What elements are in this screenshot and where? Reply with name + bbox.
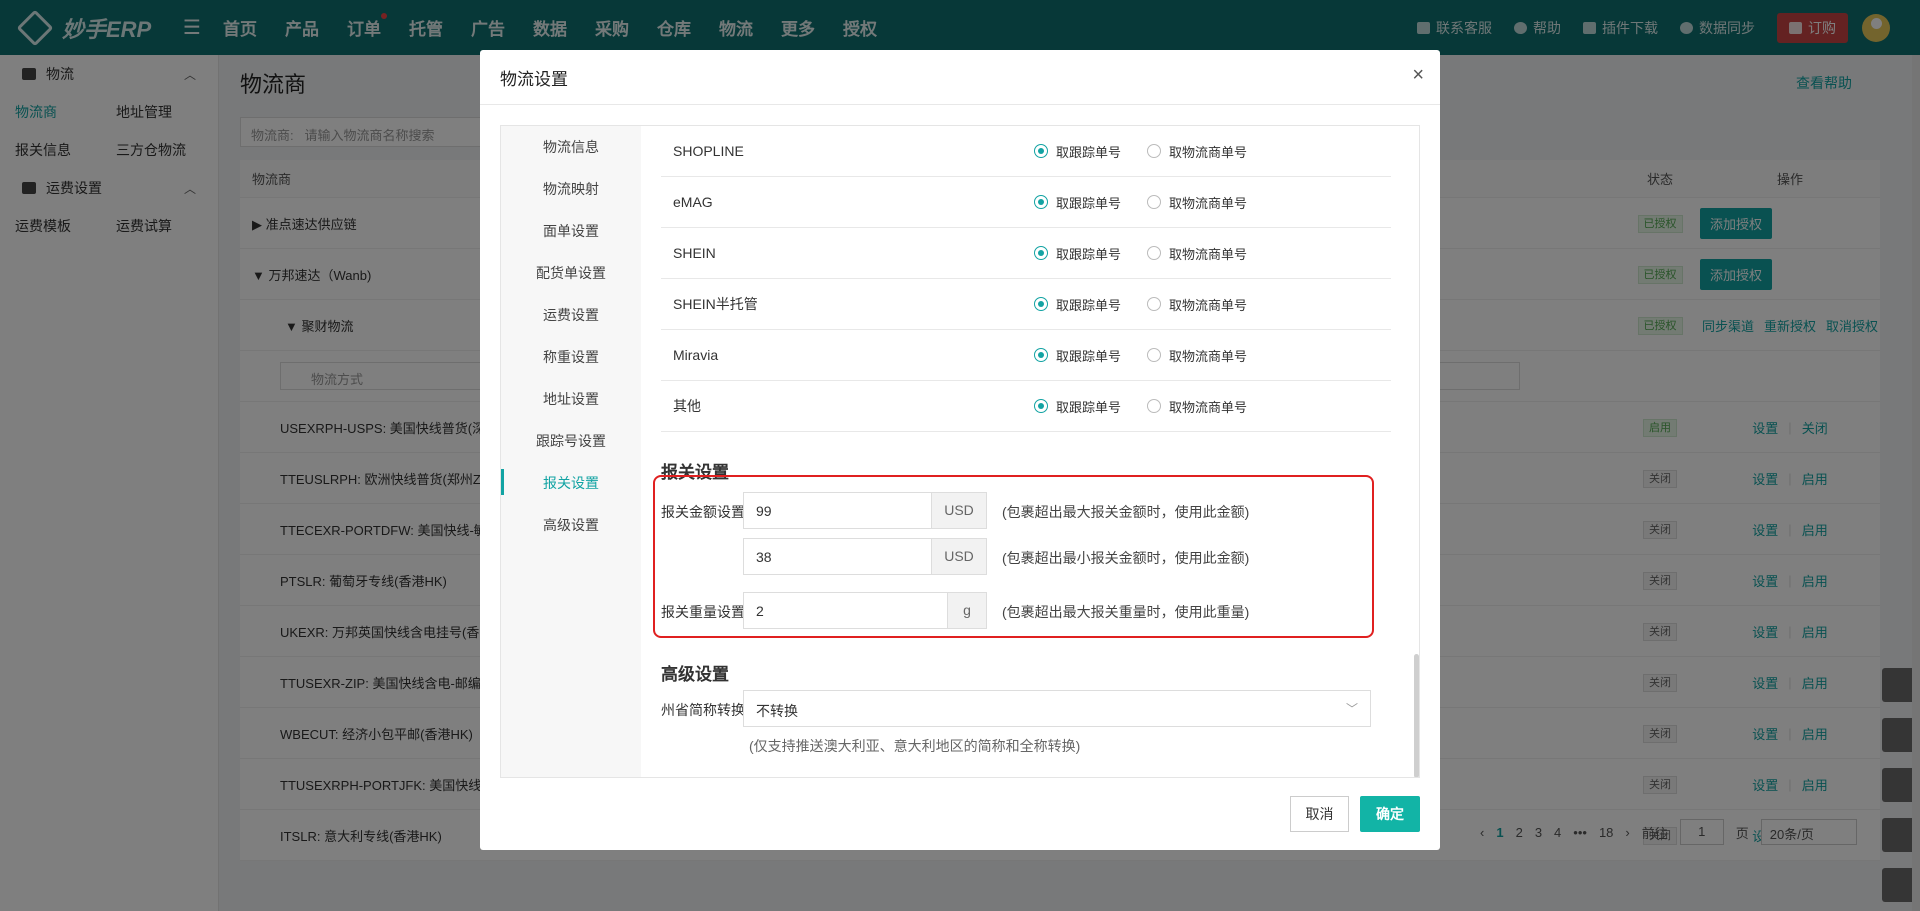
- tab-weighing-settings[interactable]: 称重设置: [501, 336, 641, 378]
- platform-name: 其他: [673, 398, 701, 414]
- tab-logistics-mapping[interactable]: 物流映射: [501, 168, 641, 210]
- platform-row: 其他 取跟踪单号 取物流商单号: [661, 381, 1391, 432]
- settings-content: SHOPLINE 取跟踪单号 取物流商单号 eMAG 取跟踪单号 取物流商单号 SHEI…: [641, 126, 1419, 777]
- dialog-header: 物流设置: [480, 50, 1440, 105]
- radio-tracking[interactable]: [1034, 348, 1048, 362]
- platform-row: SHEIN半托管 取跟踪单号 取物流商单号: [661, 279, 1391, 330]
- radio-logistics[interactable]: [1147, 144, 1162, 158]
- settings-nav: 物流信息 物流映射 面单设置 配货单设置 运费设置 称重设置 地址设置 跟踪号设…: [501, 126, 641, 777]
- advanced-section-title: 高级设置: [661, 665, 729, 684]
- state-convert-note: (仅支持推送澳大利亚、意大利地区的简称和全称转换): [749, 738, 1081, 754]
- tab-address-settings[interactable]: 地址设置: [501, 378, 641, 420]
- radio-label[interactable]: 取物流商单号: [1169, 295, 1247, 314]
- chevron-down-icon: ﹀: [1345, 702, 1358, 716]
- radio-label[interactable]: 取跟踪单号: [1056, 244, 1121, 263]
- radio-tracking[interactable]: [1034, 195, 1048, 209]
- tab-tracking-settings[interactable]: 跟踪号设置: [501, 420, 641, 462]
- radio-logistics[interactable]: [1147, 348, 1162, 362]
- state-convert-value: 不转换: [756, 703, 798, 719]
- radio-logistics[interactable]: [1147, 399, 1162, 413]
- radio-tracking[interactable]: [1034, 297, 1048, 311]
- platform-name: SHEIN: [673, 245, 716, 261]
- radio-label[interactable]: 取物流商单号: [1169, 346, 1247, 365]
- tab-logistics-info[interactable]: 物流信息: [501, 126, 641, 168]
- radio-logistics[interactable]: [1147, 246, 1162, 260]
- radio-label[interactable]: 取跟踪单号: [1056, 142, 1121, 161]
- platform-row: eMAG 取跟踪单号 取物流商单号: [661, 177, 1391, 228]
- platform-row: SHOPLINE 取跟踪单号 取物流商单号: [661, 126, 1391, 177]
- tab-advanced-settings[interactable]: 高级设置: [501, 504, 641, 546]
- radio-tracking[interactable]: [1034, 246, 1048, 260]
- radio-label[interactable]: 取物流商单号: [1169, 142, 1247, 161]
- dialog-title: 物流设置: [500, 69, 568, 89]
- tab-customs-settings[interactable]: 报关设置: [501, 462, 641, 504]
- radio-label[interactable]: 取跟踪单号: [1056, 295, 1121, 314]
- platform-row: SHEIN 取跟踪单号 取物流商单号: [661, 228, 1391, 279]
- content-scrollbar[interactable]: [1414, 654, 1419, 777]
- tab-picking-settings[interactable]: 配货单设置: [501, 252, 641, 294]
- radio-label[interactable]: 取物流商单号: [1169, 397, 1247, 416]
- radio-label[interactable]: 取物流商单号: [1169, 193, 1247, 212]
- radio-logistics[interactable]: [1147, 195, 1162, 209]
- radio-label[interactable]: 取跟踪单号: [1056, 346, 1121, 365]
- close-icon[interactable]: ×: [1412, 64, 1424, 87]
- state-convert-select[interactable]: 不转换 ﹀: [743, 690, 1371, 727]
- dialog-body: 物流信息 物流映射 面单设置 配货单设置 运费设置 称重设置 地址设置 跟踪号设…: [500, 125, 1420, 778]
- radio-label[interactable]: 取物流商单号: [1169, 244, 1247, 263]
- radio-label[interactable]: 取跟踪单号: [1056, 193, 1121, 212]
- logistics-settings-dialog: 物流设置 × 物流信息 物流映射 面单设置 配货单设置 运费设置 称重设置 地址…: [480, 50, 1440, 850]
- highlight-box: [653, 475, 1374, 638]
- cancel-button[interactable]: 取消: [1290, 796, 1349, 832]
- platform-name: Miravia: [673, 347, 719, 363]
- radio-label[interactable]: 取跟踪单号: [1056, 397, 1121, 416]
- platform-name: SHEIN半托管: [673, 296, 758, 312]
- radio-logistics[interactable]: [1147, 297, 1162, 311]
- platform-name: SHOPLINE: [673, 143, 744, 159]
- tab-label-settings[interactable]: 面单设置: [501, 210, 641, 252]
- state-convert-label: 州省简称转换:: [661, 702, 749, 718]
- confirm-button[interactable]: 确定: [1360, 796, 1420, 832]
- radio-tracking[interactable]: [1034, 399, 1048, 413]
- platform-row: Miravia 取跟踪单号 取物流商单号: [661, 330, 1391, 381]
- radio-tracking[interactable]: [1034, 144, 1048, 158]
- tab-freight-settings[interactable]: 运费设置: [501, 294, 641, 336]
- platform-name: eMAG: [673, 194, 713, 210]
